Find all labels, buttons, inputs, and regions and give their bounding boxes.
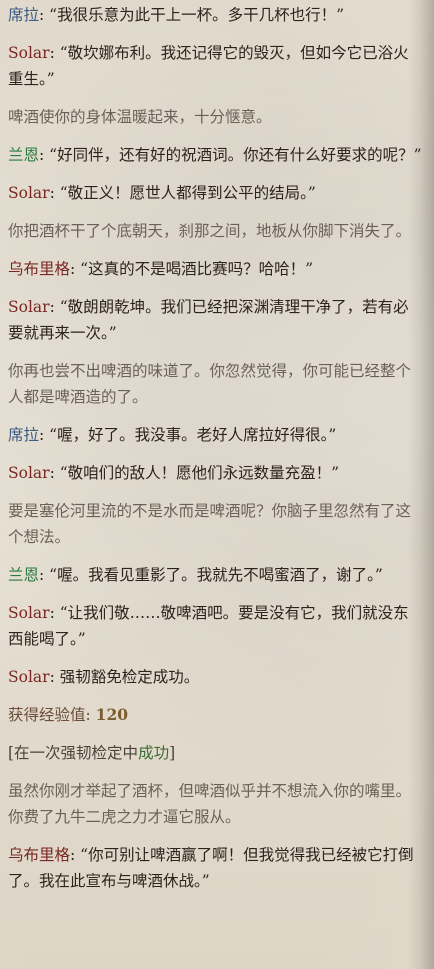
dialogue-text: “这真的不是喝酒比赛吗？哈哈！”: [80, 260, 314, 278]
game-log-screen: { "entries": [ {"speaker": "席拉", "text":…: [0, 0, 434, 969]
speaker-name[interactable]: Solar: [8, 668, 50, 686]
log-entry-narration: 啤酒使你的身体温暖起来，十分惬意。: [8, 108, 272, 126]
speaker-name[interactable]: 席拉: [8, 426, 39, 444]
log-entry-dialogue: 兰恩: “喔。我看见重影了。我就先不喝蜜酒了，谢了。”: [8, 562, 422, 588]
speaker-name[interactable]: 席拉: [8, 6, 39, 24]
speaker-name[interactable]: Solar: [8, 464, 50, 482]
colon: :: [70, 260, 81, 278]
speaker-name[interactable]: Solar: [8, 604, 50, 622]
log-entry-xp: 获得经验值: 120: [8, 702, 422, 728]
dialogue-text: “敬朗朗乾坤。我们已经把深渊清理干净了，若有必要就再来一次。”: [8, 298, 409, 342]
log-entry-dialogue: 席拉: “我很乐意为此干上一杯。多干几杯也行！”: [8, 2, 422, 28]
log-entry-dialogue: Solar: “让我们敬……敬啤酒吧。要是没有它，我们就没东西能喝了。”: [8, 600, 422, 652]
log-entry-narration: 虽然你刚才举起了酒杯，但啤酒似乎并不想流入你的嘴里。你费了九牛二虎之力才逼它服从…: [8, 782, 412, 826]
speaker-name[interactable]: 乌布里格: [8, 846, 70, 864]
colon: :: [49, 298, 60, 316]
colon: :: [39, 426, 50, 444]
log-entry-dialogue: 乌布里格: “你可别让啤酒赢了啊！但我觉得我已经被它打倒了。我在此宣布与啤酒休战…: [8, 842, 422, 894]
colon: :: [49, 668, 60, 686]
colon: :: [49, 44, 60, 62]
dialogue-text: “敬坎娜布利。我还记得它的毁灭，但如今它已浴火重生。”: [8, 44, 409, 88]
log-entry-dialogue: Solar: “敬坎娜布利。我还记得它的毁灭，但如今它已浴火重生。”: [8, 40, 422, 92]
dialogue-text: “敬正义！愿世人都得到公平的结局。”: [59, 184, 316, 202]
dialogue-text: “敬咱们的敌人！愿他们永远数量充盈！”: [59, 464, 340, 482]
combat-log: 席拉: “我很乐意为此干上一杯。多干几杯也行！” Solar: “敬坎娜布利。我…: [8, 2, 422, 969]
log-entry-dialogue: 兰恩: “好同伴，还有好的祝酒词。你还有什么好要求的呢？”: [8, 142, 422, 168]
log-entry-dialogue: Solar: “敬朗朗乾坤。我们已经把深渊清理干净了，若有必要就再来一次。”: [8, 294, 422, 346]
dialogue-text: “让我们敬……敬啤酒吧。要是没有它，我们就没东西能喝了。”: [8, 604, 409, 648]
speaker-name[interactable]: 兰恩: [8, 566, 39, 584]
colon: :: [49, 604, 60, 622]
dialogue-text: “喔，好了。我没事。老好人席拉好得很。”: [49, 426, 337, 444]
colon: :: [49, 464, 60, 482]
colon: :: [70, 846, 81, 864]
log-entry-dialogue: 席拉: “喔，好了。我没事。老好人席拉好得很。”: [8, 422, 422, 448]
log-entry-dialogue: 乌布里格: “这真的不是喝酒比赛吗？哈哈！”: [8, 256, 422, 282]
colon: :: [39, 146, 50, 164]
colon: :: [39, 6, 50, 24]
log-entry-narration: 要是塞伦河里流的不是水而是啤酒呢？你脑子里忽然有了这个想法。: [8, 502, 412, 546]
speaker-name[interactable]: Solar: [8, 298, 50, 316]
check-suffix: ]: [169, 744, 176, 762]
xp-label: 获得经验值:: [8, 706, 91, 724]
log-entry-dialogue: Solar: “敬正义！愿世人都得到公平的结局。”: [8, 180, 422, 206]
dialogue-text: “好同伴，还有好的祝酒词。你还有什么好要求的呢？”: [49, 146, 422, 164]
save-result-text: 强韧豁免检定成功。: [59, 668, 200, 686]
dialogue-text: “喔。我看见重影了。我就先不喝蜜酒了，谢了。”: [49, 566, 383, 584]
speaker-name[interactable]: 乌布里格: [8, 260, 70, 278]
log-entry-narration: 你把酒杯干了个底朝天，刹那之间，地板从你脚下消失了。: [8, 222, 412, 240]
dialogue-text: “我很乐意为此干上一杯。多干几杯也行！”: [49, 6, 345, 24]
speaker-name[interactable]: Solar: [8, 184, 50, 202]
xp-value: 120: [95, 705, 129, 724]
log-entry-check: [在一次强韧检定中成功]: [8, 740, 422, 766]
log-entry-narration: 你再也尝不出啤酒的味道了。你忽然觉得，你可能已经整个人都是啤酒造的了。: [8, 362, 412, 406]
colon: :: [39, 566, 50, 584]
log-entry-save: Solar: 强韧豁免检定成功。: [8, 664, 422, 690]
check-prefix: [在一次强韧检定中: [8, 744, 139, 762]
speaker-name[interactable]: 兰恩: [8, 146, 39, 164]
check-result: 成功: [138, 744, 170, 762]
colon: :: [49, 184, 60, 202]
log-entry-dialogue: Solar: “敬咱们的敌人！愿他们永远数量充盈！”: [8, 460, 422, 486]
speaker-name[interactable]: Solar: [8, 44, 50, 62]
